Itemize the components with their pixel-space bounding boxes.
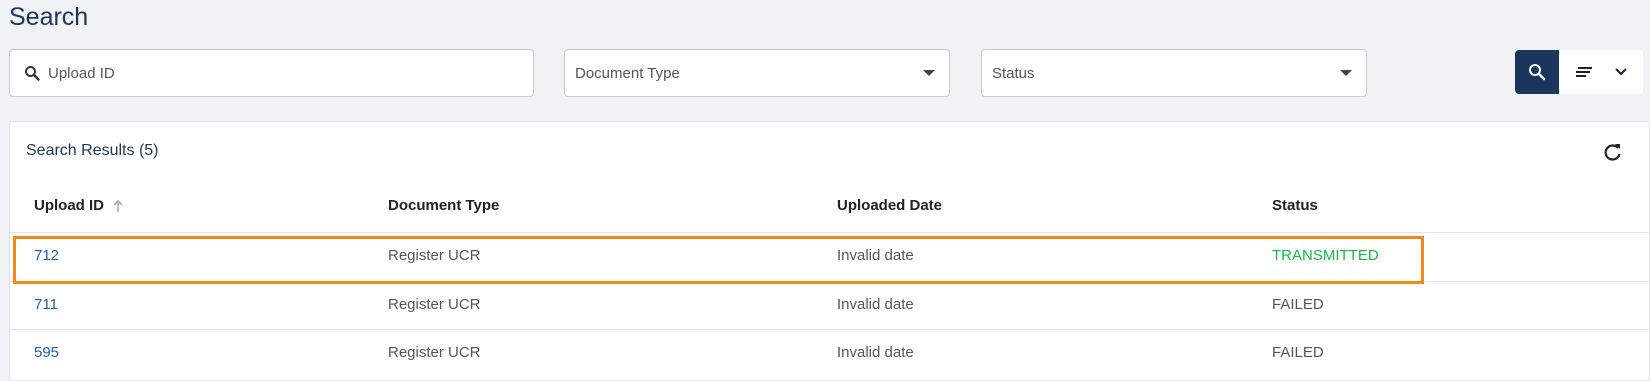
status-cell: TRANSMITTED <box>1272 247 1379 264</box>
status-cell: FAILED <box>1272 344 1324 361</box>
document-type-label: Document Type <box>575 64 680 82</box>
column-header-uploaded-date[interactable]: Uploaded Date <box>837 197 942 214</box>
column-header-upload-id[interactable]: Upload ID <box>34 197 124 214</box>
upload-id-link[interactable]: 712 <box>34 247 59 264</box>
upload-id-link[interactable]: 595 <box>34 344 59 361</box>
table-row[interactable]: 711 Register UCR Invalid date FAILED <box>10 282 1649 330</box>
search-placeholder: Upload ID <box>48 64 115 82</box>
arrow-up-icon <box>113 199 123 212</box>
uploaded-date-cell: Invalid date <box>837 296 914 313</box>
uploaded-date-cell: Invalid date <box>837 344 914 361</box>
upload-id-link[interactable]: 711 <box>34 296 58 313</box>
results-title: Search Results (5) <box>26 142 159 159</box>
column-header-document-type[interactable]: Document Type <box>388 197 499 214</box>
uploaded-date-cell: Invalid date <box>837 247 914 264</box>
table-row[interactable]: 595 Register UCR Invalid date FAILED <box>10 330 1649 378</box>
table-row[interactable]: 712 Register UCR Invalid date TRANSMITTE… <box>10 233 1649 281</box>
action-buttons <box>1515 50 1643 94</box>
sort-icon <box>1575 67 1592 77</box>
search-button[interactable] <box>1515 50 1559 94</box>
search-icon <box>1529 64 1546 81</box>
column-header-status[interactable]: Status <box>1272 197 1318 214</box>
document-type-cell: Register UCR <box>388 296 481 313</box>
status-label: Status <box>992 64 1035 82</box>
document-type-select[interactable]: Document Type <box>564 49 950 97</box>
sort-menu-button[interactable] <box>1559 50 1643 94</box>
status-cell: FAILED <box>1272 296 1324 313</box>
search-icon <box>24 65 40 81</box>
document-type-cell: Register UCR <box>388 247 481 264</box>
results-card: Search Results (5) Upload ID Document Ty… <box>9 121 1650 381</box>
chevron-down-icon <box>1340 70 1352 76</box>
chevron-down-icon <box>923 70 935 76</box>
page-title: Search <box>9 3 89 31</box>
document-type-cell: Register UCR <box>388 344 481 361</box>
chevron-down-icon <box>1614 68 1627 76</box>
search-input[interactable]: Upload ID <box>9 49 534 97</box>
status-select[interactable]: Status <box>981 49 1367 97</box>
refresh-icon[interactable] <box>1603 142 1623 162</box>
